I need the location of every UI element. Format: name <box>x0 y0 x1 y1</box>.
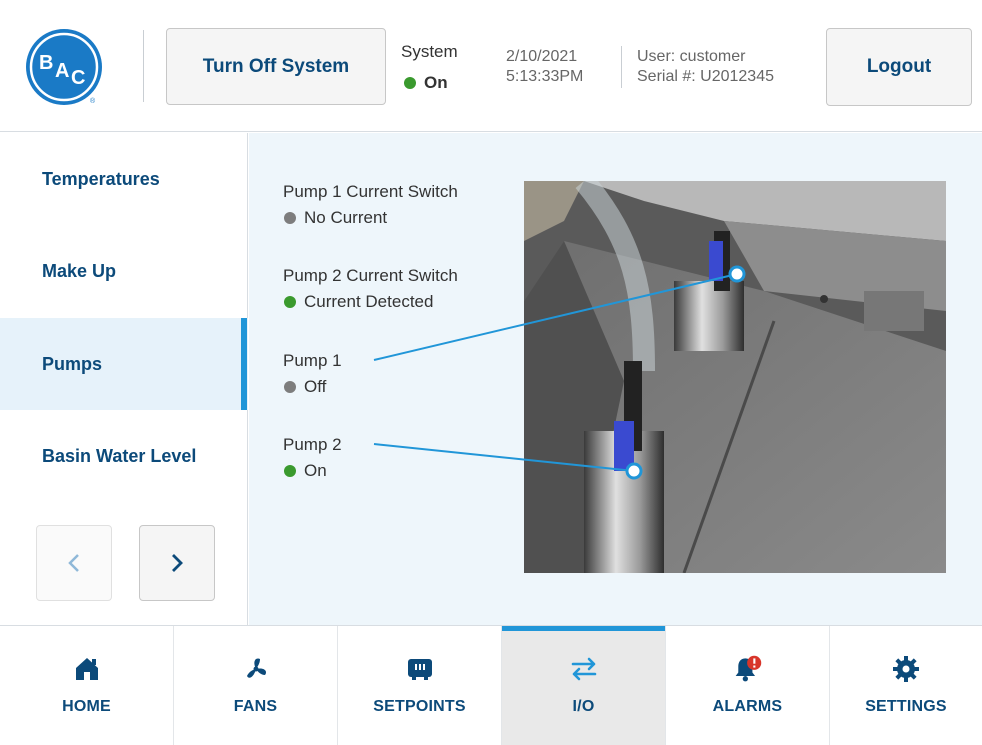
io-status-pump2: On <box>284 461 327 481</box>
nav-label: HOME <box>62 698 111 715</box>
bottom-nav: HOME FANS SETPOINTS I/O ALARMS SETTINGS <box>0 625 982 745</box>
serial-text: Serial #: U2012345 <box>637 68 774 85</box>
nav-fans[interactable]: FANS <box>174 626 338 745</box>
nav-label: ALARMS <box>712 698 783 715</box>
system-label: System <box>401 42 458 61</box>
nav-settings[interactable]: SETTINGS <box>830 626 982 745</box>
sidebar-item-temperatures[interactable]: Temperatures <box>0 133 248 225</box>
status-dot-icon <box>404 77 416 89</box>
io-label-pump2: Pump 2 <box>283 435 342 454</box>
logout-button[interactable]: Logout <box>826 28 972 106</box>
user-info: User: customer Serial #: U2012345 <box>637 47 774 87</box>
status-dot-icon <box>284 296 296 308</box>
status-text: No Current <box>304 208 388 227</box>
date-text: 2/10/2021 <box>506 48 578 65</box>
turn-off-system-button[interactable]: Turn Off System <box>166 28 386 105</box>
gear-icon <box>891 654 921 684</box>
nav-label: SETTINGS <box>865 698 947 715</box>
nav-setpoints[interactable]: SETPOINTS <box>338 626 502 745</box>
sidebar-item-basin-water-level[interactable]: Basin Water Level <box>0 410 248 502</box>
nav-home[interactable]: HOME <box>0 626 174 745</box>
status-dot-icon <box>284 381 296 393</box>
sidebar: Temperatures Make Up Pumps Basin Water L… <box>0 133 248 625</box>
sidebar-item-label: Pumps <box>42 353 103 374</box>
system-status: On <box>404 73 448 93</box>
status-dot-icon <box>284 212 296 224</box>
svg-text:®: ® <box>90 97 96 105</box>
nav-alarms[interactable]: ALARMS <box>666 626 830 745</box>
header-divider <box>621 46 622 88</box>
home-icon <box>72 654 102 684</box>
setpoints-icon <box>405 654 435 684</box>
status-text: Off <box>304 377 327 396</box>
pump-basin-photo <box>524 181 946 573</box>
nav-io[interactable]: I/O <box>502 626 666 745</box>
time-text: 5:13:33PM <box>506 68 584 85</box>
status-text: Current Detected <box>304 292 434 311</box>
sidebar-item-label: Basin Water Level <box>42 445 197 466</box>
sidebar-item-label: Temperatures <box>42 168 160 189</box>
chevron-left-icon <box>68 554 79 572</box>
prev-page-button[interactable] <box>36 525 112 601</box>
io-status-pump1: Off <box>284 377 326 397</box>
io-label-pump1: Pump 1 <box>283 351 342 370</box>
status-text: On <box>304 461 327 480</box>
system-status-text: On <box>424 73 448 92</box>
sidebar-item-make-up[interactable]: Make Up <box>0 225 248 317</box>
nav-label: FANS <box>233 698 278 715</box>
svg-text:B: B <box>39 52 53 74</box>
io-label-pump2-current-switch: Pump 2 Current Switch <box>283 266 458 285</box>
logo-divider <box>143 30 144 102</box>
fan-icon <box>241 654 271 684</box>
svg-text:A: A <box>55 60 69 82</box>
io-status-pump1-current-switch: No Current <box>284 208 387 228</box>
user-text: User: customer <box>637 48 746 65</box>
io-label-pump1-current-switch: Pump 1 Current Switch <box>283 182 458 201</box>
header: B A C ® Turn Off System System On 2/10/2… <box>0 0 982 132</box>
alarm-bell-icon <box>733 654 763 684</box>
svg-text:C: C <box>71 67 85 89</box>
sidebar-item-label: Make Up <box>42 260 117 281</box>
next-page-button[interactable] <box>139 525 215 601</box>
bac-logo: B A C ® <box>24 27 104 107</box>
nav-label: SETPOINTS <box>373 698 466 715</box>
sidebar-item-pumps[interactable]: Pumps <box>0 318 248 410</box>
io-arrows-icon <box>569 654 599 684</box>
io-status-pump2-current-switch: Current Detected <box>284 292 433 312</box>
status-dot-icon <box>284 465 296 477</box>
datetime: 2/10/2021 5:13:33PM <box>506 47 583 87</box>
chevron-right-icon <box>172 554 183 572</box>
nav-label: I/O <box>572 698 595 715</box>
